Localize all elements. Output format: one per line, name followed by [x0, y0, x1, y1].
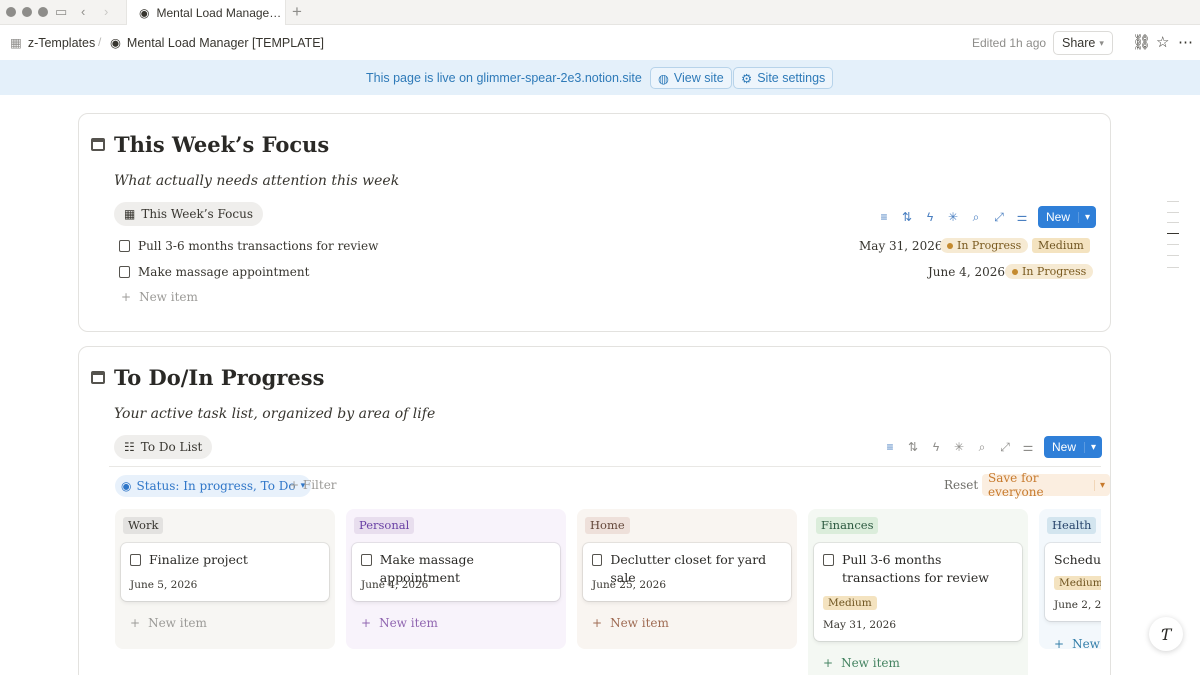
page-icon — [119, 240, 130, 252]
settings-sliders-icon[interactable]: ⚌ — [1015, 210, 1029, 224]
column-new-item-button[interactable]: +New it — [1045, 629, 1101, 659]
page-icon — [119, 266, 130, 278]
view-site-button[interactable]: ◍ View site — [650, 67, 732, 89]
priority-badge: Medium — [1054, 576, 1101, 590]
page-emoji-icon: ◉ — [139, 5, 150, 20]
column-tag[interactable]: Health — [1047, 517, 1097, 534]
due-date: May 31, 2026 — [859, 239, 943, 253]
ai-sparkle-icon[interactable]: ✳ — [946, 210, 960, 224]
list-item[interactable]: Pull 3-6 months transactions for review — [119, 239, 378, 253]
plus-icon: + — [592, 616, 603, 630]
chevron-down-icon: ▾ — [1099, 37, 1104, 48]
page-icon — [823, 554, 834, 566]
board: Work Finalize project June 5, 2026 + New … — [109, 347, 1101, 675]
breadcrumb-separator: / — [98, 35, 102, 49]
new-tab-icon[interactable]: + — [292, 2, 302, 22]
column-new-item-button[interactable]: + New item — [583, 608, 791, 638]
forward-icon[interactable]: › — [104, 3, 108, 21]
plus-icon: + — [121, 290, 132, 304]
back-icon[interactable]: ‹ — [81, 3, 85, 21]
to-do-in-progress-section: To Do/In Progress Your active task list,… — [78, 346, 1111, 675]
column-new-item-button[interactable]: + New item — [814, 648, 1022, 675]
card-date: May 31, 2026 — [823, 619, 897, 631]
priority-badge: Medium — [1032, 238, 1090, 253]
list-item[interactable]: Make massage appointment — [119, 265, 309, 279]
calendar-icon: ▦ — [124, 207, 136, 221]
breadcrumb-workspace[interactable]: ▦ z-Templates — [10, 35, 95, 51]
card-date: June 4, 2026 — [361, 579, 429, 591]
card-date: June 5, 2026 — [130, 579, 198, 591]
column-tag[interactable]: Finances — [816, 517, 879, 534]
tab-title: Mental Load Manage… — [156, 5, 282, 20]
section-subtitle: What actually needs attention this week — [114, 173, 400, 189]
column-new-item-button[interactable]: + New item — [352, 608, 560, 638]
workspace-icon: ▦ — [10, 36, 22, 50]
board-column-personal: Personal Make massage appointment June 4… — [346, 509, 566, 649]
site-settings-button[interactable]: ⚙ Site settings — [733, 67, 834, 89]
plus-icon: + — [1054, 637, 1065, 651]
window-close-button[interactable] — [6, 7, 16, 17]
column-tag[interactable]: Home — [585, 517, 630, 534]
search-icon[interactable]: ⌕ — [969, 210, 983, 225]
site-live-banner: This page is live on glimmer-spear-2e3.n… — [0, 60, 1200, 95]
column-tag[interactable]: Work — [123, 517, 164, 534]
status-badge: In Progress — [1005, 264, 1094, 279]
board-card[interactable]: Declutter closet for yard sale June 25, … — [583, 543, 791, 601]
card-date: June 25, 2026 — [592, 579, 667, 591]
new-item-row[interactable]: + New item — [121, 290, 198, 304]
priority-badge: Medium — [823, 596, 877, 610]
board-column-work: Work Finalize project June 5, 2026 + New … — [115, 509, 335, 649]
board-card[interactable]: Make massage appointment June 4, 2026 — [352, 543, 560, 601]
expand-icon[interactable]: ⤢ — [992, 210, 1006, 225]
plus-icon: + — [823, 656, 834, 670]
banner-text: This page is live on glimmer-spear-2e3.n… — [366, 71, 642, 85]
active-tab[interactable]: ◉ Mental Load Manage… — [126, 0, 286, 25]
board-column-finances: Finances Pull 3-6 months transactions fo… — [808, 509, 1028, 675]
link-icon[interactable]: ⛓ — [1132, 33, 1151, 51]
plus-icon: + — [361, 616, 372, 630]
window-minimize-button[interactable] — [22, 7, 32, 17]
board-column-health: Health Schedule Medium June 2, 202 +New … — [1039, 509, 1101, 651]
ai-assistant-button[interactable]: Ƭ — [1149, 617, 1183, 651]
filter-icon[interactable]: ≡ — [877, 210, 891, 224]
more-icon[interactable]: ⋯ — [1178, 33, 1193, 51]
board-card[interactable]: Pull 3-6 months transactions for review … — [814, 543, 1022, 641]
star-icon[interactable]: ☆ — [1156, 33, 1169, 51]
plus-icon: + — [130, 616, 141, 630]
automation-icon[interactable]: ϟ — [923, 210, 937, 224]
this-weeks-focus-section: This Week’s Focus What actually needs at… — [78, 113, 1111, 332]
card-date: June 2, 202 — [1054, 599, 1101, 611]
edited-timestamp: Edited 1h ago — [972, 36, 1047, 50]
sort-icon[interactable]: ⇅ — [900, 210, 914, 224]
new-button[interactable]: New ▾ — [1038, 206, 1097, 228]
page-header: ▦ z-Templates / ◉ Mental Load Manager [T… — [0, 25, 1200, 60]
page-icon — [592, 554, 603, 566]
column-tag[interactable]: Personal — [354, 517, 415, 534]
globe-icon: ◍ — [658, 71, 669, 86]
page-icon — [361, 554, 372, 566]
page-emoji-icon: ◉ — [110, 36, 121, 50]
section-title: This Week’s Focus — [114, 132, 330, 157]
window-maximize-button[interactable] — [38, 7, 48, 17]
share-button[interactable]: Share ▾ — [1053, 31, 1113, 55]
breadcrumb-page[interactable]: ◉ Mental Load Manager [TEMPLATE] — [110, 35, 324, 51]
chevron-down-icon[interactable]: ▾ — [1078, 211, 1096, 223]
view-tab-this-weeks-focus[interactable]: ▦ This Week’s Focus — [114, 202, 264, 226]
column-new-item-button[interactable]: + New item — [121, 608, 329, 638]
page-icon — [130, 554, 141, 566]
board-card[interactable]: Schedule Medium June 2, 202 — [1045, 543, 1101, 621]
calendar-icon — [91, 138, 105, 151]
gear-icon: ⚙ — [741, 71, 753, 86]
database-toolbar: ≡ ⇅ ϟ ✳ ⌕ ⤢ ⚌ New ▾ — [877, 206, 1097, 228]
browser-tab-bar: ▭ ‹ › ◉ Mental Load Manage… + — [0, 0, 1200, 25]
due-date: June 4, 2026 — [928, 265, 1005, 279]
board-card[interactable]: Finalize project June 5, 2026 — [121, 543, 329, 601]
board-column-home: Home Declutter closet for yard sale June… — [577, 509, 797, 649]
status-badge: In Progress — [940, 238, 1029, 253]
sidebar-toggle-icon[interactable]: ▭ — [55, 3, 67, 21]
calendar-icon — [91, 371, 105, 384]
